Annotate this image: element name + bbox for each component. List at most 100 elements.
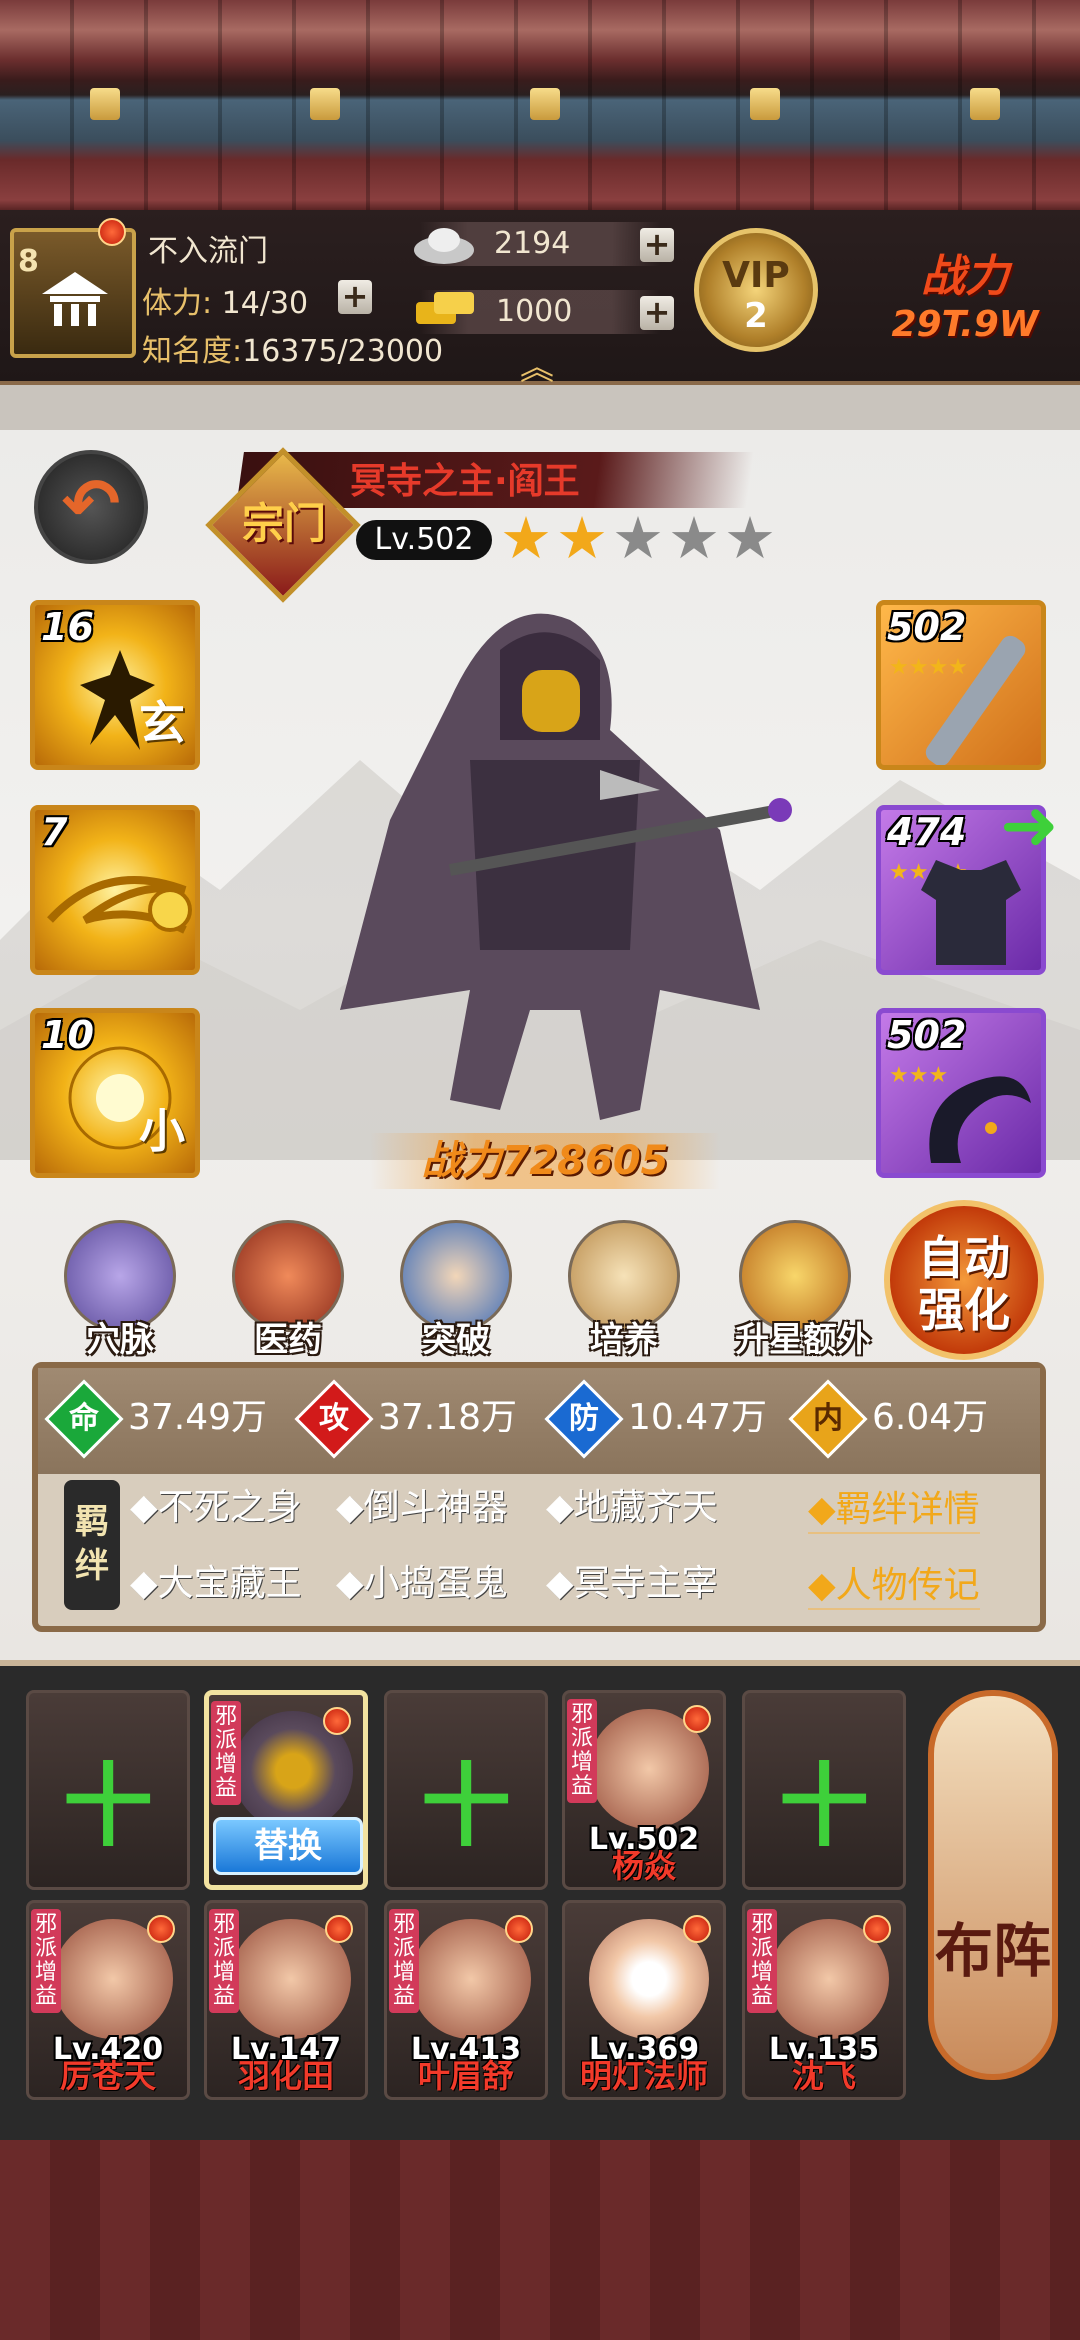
hero-name: 厉苍天 bbox=[59, 2057, 156, 2095]
player-level: 8 bbox=[18, 244, 39, 279]
gold-amount: 1000 bbox=[496, 294, 573, 329]
stat-attack-badge: 攻 bbox=[294, 1379, 374, 1459]
stamina-label: 体力: bbox=[142, 286, 213, 321]
notification-dot bbox=[147, 1915, 175, 1943]
star-empty-icon: ★ bbox=[612, 504, 664, 572]
armor-vest-icon bbox=[921, 860, 1021, 965]
lineup-slot-hero[interactable]: 邪派增益 Lv.502 杨焱 bbox=[562, 1690, 726, 1890]
bond-item: ◆冥寺主宰 bbox=[546, 1563, 718, 1604]
club-weapon-icon bbox=[925, 635, 1026, 765]
stat-inner: 内 6.04万 bbox=[788, 1379, 989, 1459]
notification-dot bbox=[505, 1915, 533, 1943]
cultivate-button[interactable]: 培养 bbox=[564, 1220, 684, 1361]
roof-decoration bbox=[0, 0, 1080, 210]
medicine-label: 医药 bbox=[254, 1320, 322, 1360]
collapse-chevron-icon[interactable]: ︽ bbox=[520, 340, 554, 389]
faction-tag: 邪派增益 bbox=[211, 1701, 241, 1805]
fame-row: 知名度:16375/23000 bbox=[142, 326, 443, 370]
stat-inner-value: 6.04万 bbox=[872, 1397, 989, 1438]
skill-slot-2[interactable]: 7 bbox=[30, 805, 200, 975]
add-silver-button[interactable]: + bbox=[640, 228, 674, 262]
fame-value: 16375/23000 bbox=[242, 334, 444, 369]
hero-name: 沈飞 bbox=[791, 2057, 856, 2095]
add-hero-icon: 十 bbox=[779, 1754, 869, 1859]
total-power: 战力 29T.9W bbox=[860, 240, 1070, 345]
cultivate-label: 培养 bbox=[590, 1320, 658, 1360]
stat-defense: 防 10.47万 bbox=[544, 1379, 768, 1459]
faction-tag: 邪派增益 bbox=[567, 1699, 597, 1803]
bond-tag: 羁绊 bbox=[64, 1480, 120, 1610]
hero-portrait bbox=[340, 613, 792, 1120]
skill-char: 小 bbox=[139, 1104, 185, 1158]
back-button[interactable]: ↶ bbox=[34, 450, 148, 564]
stat-defense-value: 10.47万 bbox=[628, 1397, 768, 1438]
lineup-slot-empty[interactable]: 十 bbox=[26, 1690, 190, 1890]
upgrade-arrow-icon: ➜ bbox=[1000, 784, 1059, 866]
auto-enhance-button[interactable]: 自动 强化 bbox=[884, 1200, 1044, 1360]
notification-dot bbox=[683, 1915, 711, 1943]
lineup-slot-selected[interactable]: 邪派增益 替换 bbox=[204, 1690, 368, 1890]
hero-name: 冥寺之主·阎王 bbox=[350, 461, 580, 502]
stamina-row: 体力: 14/30 bbox=[142, 278, 308, 322]
add-gold-button[interactable]: + bbox=[640, 296, 674, 330]
separator-strip bbox=[0, 385, 1080, 430]
star-up-extra-button[interactable]: 升星额外 bbox=[735, 1220, 871, 1361]
skill-level: 7 bbox=[41, 810, 68, 854]
faction-tag: 邪派增益 bbox=[389, 1909, 419, 2013]
stat-defense-badge: 防 bbox=[544, 1379, 624, 1459]
hero-name: 叶眉舒 bbox=[417, 2057, 514, 2095]
lineup-slot-hero[interactable]: 邪派增益 Lv.420 厉苍天 bbox=[26, 1900, 190, 2100]
stat-hp-badge: 命 bbox=[44, 1379, 124, 1459]
stat-hp: 命 37.49万 bbox=[44, 1379, 268, 1459]
lantern-icon bbox=[310, 88, 340, 120]
vip-level: 2 bbox=[744, 296, 768, 336]
silver-amount: 2194 bbox=[494, 226, 571, 261]
star-empty-icon: ★ bbox=[724, 504, 776, 572]
lineup-slot-hero[interactable]: 邪派增益 Lv.135 沈飞 bbox=[742, 1900, 906, 2100]
lineup-slot-hero[interactable]: Lv.369 明灯法师 bbox=[562, 1900, 726, 2100]
stat-inner-badge: 内 bbox=[788, 1379, 868, 1459]
star-empty-icon: ★ bbox=[668, 504, 720, 572]
bond-detail-link[interactable]: ◆羁绊详情 bbox=[808, 1480, 980, 1534]
meridian-button[interactable]: 穴脉 bbox=[60, 1220, 180, 1361]
formation-button[interactable]: 布阵 bbox=[928, 1690, 1058, 2080]
biography-link[interactable]: ◆人物传记 bbox=[808, 1556, 980, 1610]
skill-slot-3[interactable]: 10 小 bbox=[30, 1008, 200, 1178]
medicine-button[interactable]: 医药 bbox=[228, 1220, 348, 1361]
equip-slot-weapon[interactable]: 502 ★★★★ bbox=[876, 600, 1046, 770]
bond-item: ◆不死之身 bbox=[130, 1487, 302, 1528]
lineup-slot-hero[interactable]: 邪派增益 Lv.413 叶眉舒 bbox=[384, 1900, 548, 2100]
faction-tag: 邪派增益 bbox=[747, 1909, 777, 2013]
auto-enhance-line1: 自动 bbox=[918, 1231, 1010, 1285]
lineup-slot-empty[interactable]: 十 bbox=[742, 1690, 906, 1890]
hero-power: 战力728605 bbox=[370, 1133, 720, 1189]
equip-stars: ★★★★ bbox=[889, 860, 968, 885]
breakthrough-button[interactable]: 突破 bbox=[396, 1220, 516, 1361]
stat-hp-value: 37.49万 bbox=[128, 1397, 268, 1438]
bond-item: ◆大宝藏王 bbox=[130, 1563, 302, 1604]
skill-slot-1[interactable]: 16 玄 bbox=[30, 600, 200, 770]
notification-dot bbox=[863, 1915, 891, 1943]
equip-stars: ★★★★ bbox=[889, 655, 968, 680]
equip-slot-accessory[interactable]: 502 ★★★ bbox=[876, 1008, 1046, 1178]
swirl-skill-icon bbox=[47, 876, 192, 934]
breakthrough-label: 突破 bbox=[422, 1320, 490, 1360]
auto-enhance-line2: 强化 bbox=[918, 1283, 1010, 1337]
add-stamina-button[interactable]: + bbox=[338, 280, 372, 314]
silver-ingot-icon bbox=[414, 228, 474, 264]
lineup-slot-hero[interactable]: 邪派增益 Lv.147 羽化田 bbox=[204, 1900, 368, 2100]
lantern-icon bbox=[90, 88, 120, 120]
lantern-icon bbox=[970, 88, 1000, 120]
skill-char: 玄 bbox=[139, 696, 185, 750]
sect-building-icon bbox=[42, 272, 108, 326]
bond-item: ◆倒斗神器 bbox=[336, 1487, 508, 1528]
total-power-value: 29T.9W bbox=[891, 304, 1039, 345]
player-name: 不入流门 bbox=[148, 234, 268, 269]
add-hero-icon: 十 bbox=[421, 1754, 511, 1859]
lineup-slot-empty[interactable]: 十 bbox=[384, 1690, 548, 1890]
swap-button[interactable]: 替换 bbox=[213, 1817, 363, 1875]
gold-ingot-icon bbox=[416, 292, 474, 324]
vip-badge[interactable]: VIP 2 bbox=[694, 228, 818, 352]
star-filled-icon: ★ bbox=[556, 504, 608, 572]
meridian-label: 穴脉 bbox=[86, 1320, 154, 1360]
